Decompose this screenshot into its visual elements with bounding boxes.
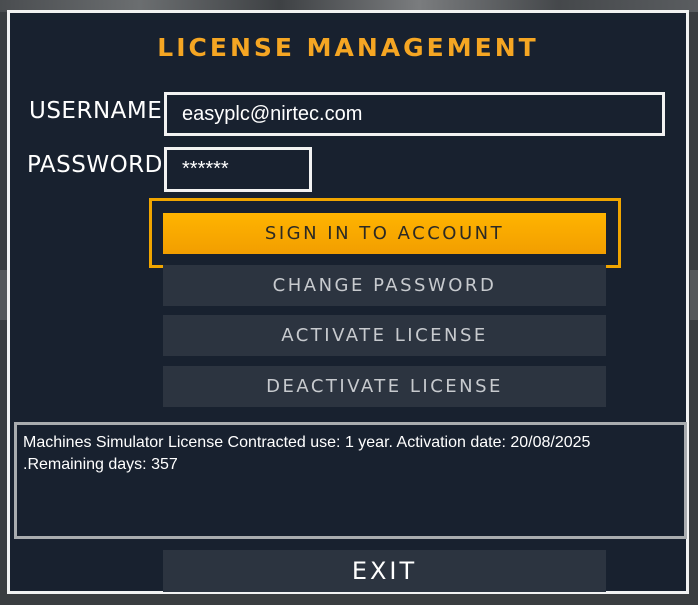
- username-value: easyplc@nirtec.com: [182, 102, 363, 125]
- password-value: ******: [182, 158, 229, 180]
- license-info-box: Machines Simulator License Contracted us…: [14, 422, 687, 539]
- password-label: PASSWORD: [27, 152, 163, 178]
- change-password-button[interactable]: CHANGE PASSWORD: [163, 265, 606, 306]
- sign-in-button[interactable]: SIGN IN TO ACCOUNT: [163, 213, 606, 254]
- password-input[interactable]: ******: [164, 147, 312, 192]
- exit-button[interactable]: EXIT: [163, 550, 606, 592]
- username-label: USERNAME: [29, 98, 163, 124]
- username-input[interactable]: easyplc@nirtec.com: [164, 92, 665, 136]
- background-scene-right: [690, 270, 698, 320]
- dialog-title: LICENSE MANAGEMENT: [157, 33, 539, 62]
- deactivate-license-button[interactable]: DEACTIVATE LICENSE: [163, 366, 606, 407]
- activate-license-button[interactable]: ACTIVATE LICENSE: [163, 315, 606, 356]
- license-info-line: .Remaining days: 357: [23, 456, 178, 473]
- license-info-line: Machines Simulator License Contracted us…: [23, 434, 591, 451]
- license-management-dialog: LICENSE MANAGEMENT USERNAME easyplc@nirt…: [7, 10, 689, 594]
